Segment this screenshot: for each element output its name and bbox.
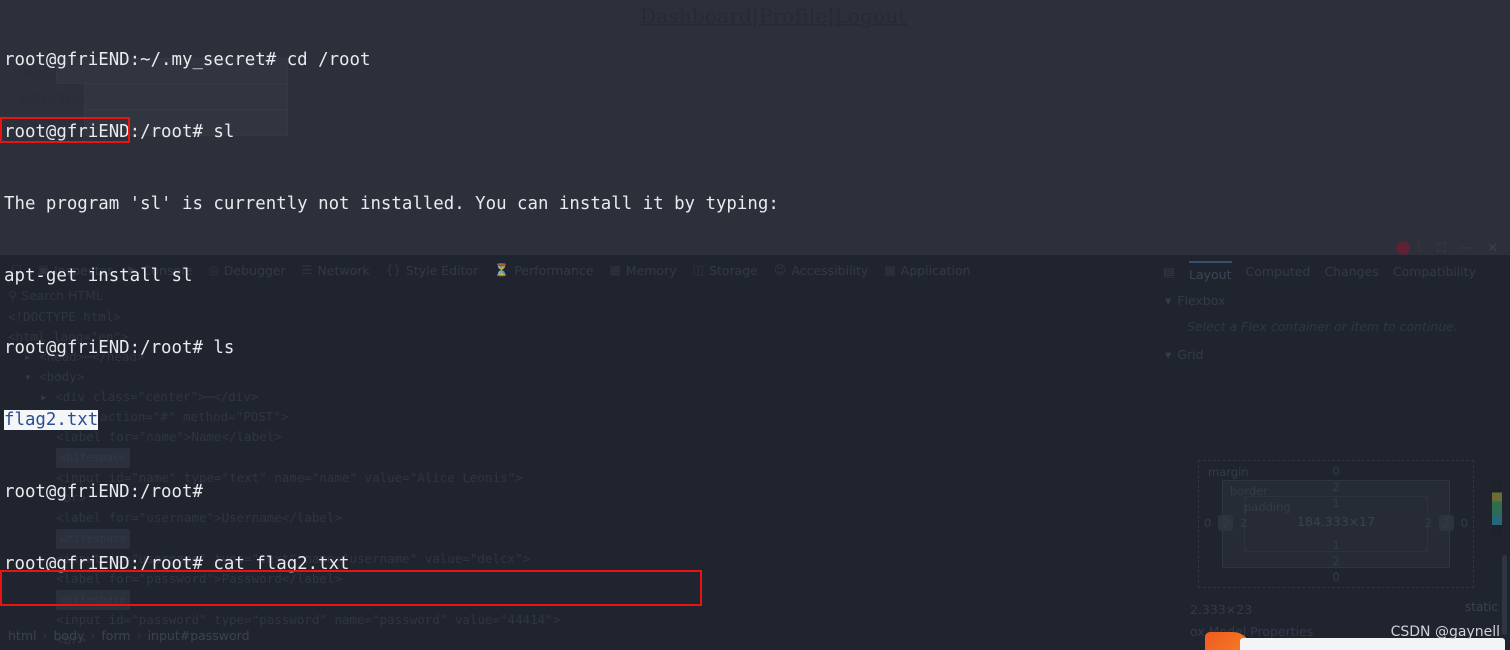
- terminal-ls-output-line: flag2.txt: [4, 408, 1510, 432]
- terminal-line: root@gfriEND:~/.my_secret# cd /root: [4, 50, 371, 70]
- terminal-line: root@gfriEND:/root# ls: [4, 338, 235, 358]
- terminal-line: root@gfriEND:/root#: [4, 482, 203, 502]
- terminal-line: apt-get install sl: [4, 266, 193, 286]
- terminal-output[interactable]: root@gfriEND:~/.my_secret# cd /root root…: [0, 0, 1510, 650]
- terminal-line: The program 'sl' is currently not instal…: [4, 194, 779, 214]
- highlighted-filename: flag2.txt: [4, 410, 99, 430]
- terminal-line: root@gfriEND:/root# cat flag2.txt: [4, 554, 350, 574]
- watermark: CSDN @gaynell: [1390, 624, 1500, 640]
- terminal-line: root@gfriEND:/root# sl: [4, 122, 235, 142]
